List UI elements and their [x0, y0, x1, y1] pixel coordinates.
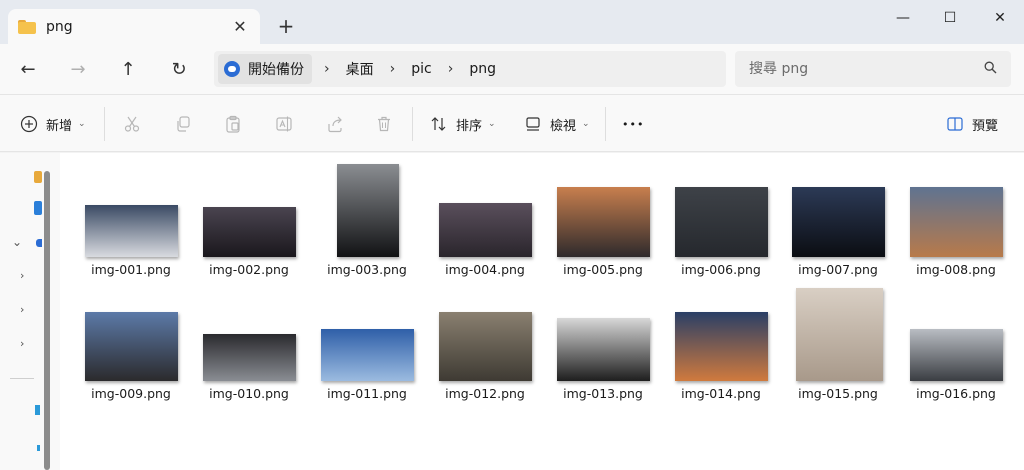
file-thumbnail[interactable]: [439, 203, 532, 257]
search-icon[interactable]: [984, 61, 997, 78]
network-icon[interactable]: [35, 405, 40, 415]
new-tab-button[interactable]: +: [274, 14, 298, 38]
view-button-label: 檢視: [550, 118, 577, 134]
breadcrumb-item-desktop[interactable]: 桌面: [342, 59, 378, 79]
file-thumbnail[interactable]: [337, 164, 399, 257]
preview-button-label: 預覽: [972, 118, 999, 134]
title-bar: png ✕ + — ☐ ✕: [0, 0, 1024, 44]
file-name[interactable]: img-003.png: [312, 262, 422, 277]
onedrive-icon[interactable]: [36, 239, 42, 247]
view-button[interactable]: 檢視 ⌄: [524, 111, 590, 137]
new-button-label: 新增: [46, 118, 73, 134]
drive-icon[interactable]: [37, 445, 40, 451]
file-thumbnail[interactable]: [675, 312, 768, 381]
breadcrumb-root-label: 開始備份: [248, 62, 304, 78]
more-options-button[interactable]: •••: [622, 111, 644, 137]
file-name[interactable]: img-015.png: [783, 386, 893, 401]
file-thumbnail[interactable]: [85, 205, 178, 257]
chevron-down-icon[interactable]: ⌄: [12, 235, 22, 249]
file-name[interactable]: img-006.png: [666, 262, 776, 277]
share-icon[interactable]: [324, 113, 346, 135]
file-name[interactable]: img-005.png: [548, 262, 658, 277]
chevron-down-icon: ⌄: [582, 119, 590, 129]
file-thumbnail[interactable]: [203, 334, 296, 381]
divider: [104, 107, 105, 141]
file-thumbnail[interactable]: [321, 329, 414, 381]
tab-title: png: [46, 18, 73, 35]
file-thumbnail[interactable]: [792, 187, 885, 257]
breadcrumb-item-pic[interactable]: pic: [407, 61, 435, 77]
file-thumbnail[interactable]: [910, 187, 1003, 257]
navigation-pane: ⌄ › › ›: [0, 153, 60, 470]
file-thumbnail[interactable]: [439, 312, 532, 381]
chevron-right-icon[interactable]: ›: [20, 303, 24, 316]
file-name[interactable]: img-009.png: [76, 386, 186, 401]
navigation-bar: ← → ↑ ↻ 開始備份 › 桌面 › pic › png: [0, 44, 1024, 94]
file-list: img-001.png img-002.png img-003.png img-004…: [60, 153, 1024, 470]
breadcrumb-root[interactable]: 開始備份: [218, 54, 312, 84]
forward-button[interactable]: →: [64, 56, 92, 82]
sidebar-scrollbar[interactable]: [44, 171, 50, 470]
chevron-right-icon[interactable]: ›: [20, 269, 24, 282]
file-thumbnail[interactable]: [675, 187, 768, 257]
view-icon: [524, 115, 542, 133]
file-thumbnail[interactable]: [85, 312, 178, 381]
maximize-button[interactable]: ☐: [927, 4, 973, 32]
back-button[interactable]: ←: [14, 56, 42, 82]
chevron-right-icon[interactable]: ›: [324, 61, 330, 77]
paste-icon[interactable]: [222, 113, 244, 135]
file-name[interactable]: img-013.png: [548, 386, 658, 401]
preview-pane-button[interactable]: 預覽: [946, 111, 998, 137]
command-bar: 新增 ⌄ 排序 ⌄ 檢視 ⌄ ••• 預覽: [0, 94, 1024, 152]
file-name[interactable]: img-007.png: [783, 262, 893, 277]
divider: [10, 378, 34, 379]
new-button[interactable]: 新增 ⌄: [20, 111, 86, 137]
preview-pane-icon: [946, 115, 964, 133]
chevron-down-icon: ⌄: [78, 119, 86, 129]
file-thumbnail[interactable]: [910, 329, 1003, 381]
divider: [412, 107, 413, 141]
search-input[interactable]: [749, 61, 984, 77]
tab-close-button[interactable]: ✕: [230, 17, 250, 36]
file-name[interactable]: img-012.png: [430, 386, 540, 401]
file-thumbnail[interactable]: [796, 288, 883, 381]
plus-circle-icon: [20, 115, 38, 133]
copy-icon[interactable]: [172, 113, 194, 135]
file-name[interactable]: img-002.png: [194, 262, 304, 277]
file-name[interactable]: img-011.png: [312, 386, 422, 401]
refresh-button[interactable]: ↻: [165, 56, 193, 82]
rename-icon[interactable]: [273, 113, 295, 135]
search-box[interactable]: [735, 51, 1011, 87]
breadcrumb-item-png[interactable]: png: [465, 61, 500, 77]
delete-icon[interactable]: [373, 113, 395, 135]
chevron-right-icon[interactable]: ›: [390, 61, 396, 77]
address-bar[interactable]: 開始備份 › 桌面 › pic › png: [214, 51, 726, 87]
tab-png[interactable]: png ✕: [8, 9, 260, 44]
file-name[interactable]: img-016.png: [901, 386, 1011, 401]
gallery-icon[interactable]: [34, 201, 42, 215]
cloud-backup-icon: [224, 61, 240, 77]
divider: [605, 107, 606, 141]
file-name[interactable]: img-010.png: [194, 386, 304, 401]
chevron-right-icon[interactable]: ›: [448, 61, 454, 77]
file-thumbnail[interactable]: [557, 318, 650, 381]
file-name[interactable]: img-004.png: [430, 262, 540, 277]
file-thumbnail[interactable]: [203, 207, 296, 257]
minimize-button[interactable]: —: [880, 4, 926, 32]
home-icon[interactable]: [34, 171, 42, 183]
file-name[interactable]: img-008.png: [901, 262, 1011, 277]
file-name[interactable]: img-001.png: [76, 262, 186, 277]
sort-icon: [430, 115, 448, 133]
folder-icon: [18, 19, 36, 34]
close-window-button[interactable]: ✕: [977, 4, 1023, 32]
up-button[interactable]: ↑: [114, 56, 142, 82]
chevron-right-icon[interactable]: ›: [20, 337, 24, 350]
cut-icon[interactable]: [121, 113, 143, 135]
file-thumbnail[interactable]: [557, 187, 650, 257]
sort-button-label: 排序: [456, 118, 483, 134]
chevron-down-icon: ⌄: [488, 119, 496, 129]
file-name[interactable]: img-014.png: [666, 386, 776, 401]
sort-button[interactable]: 排序 ⌄: [430, 111, 496, 137]
